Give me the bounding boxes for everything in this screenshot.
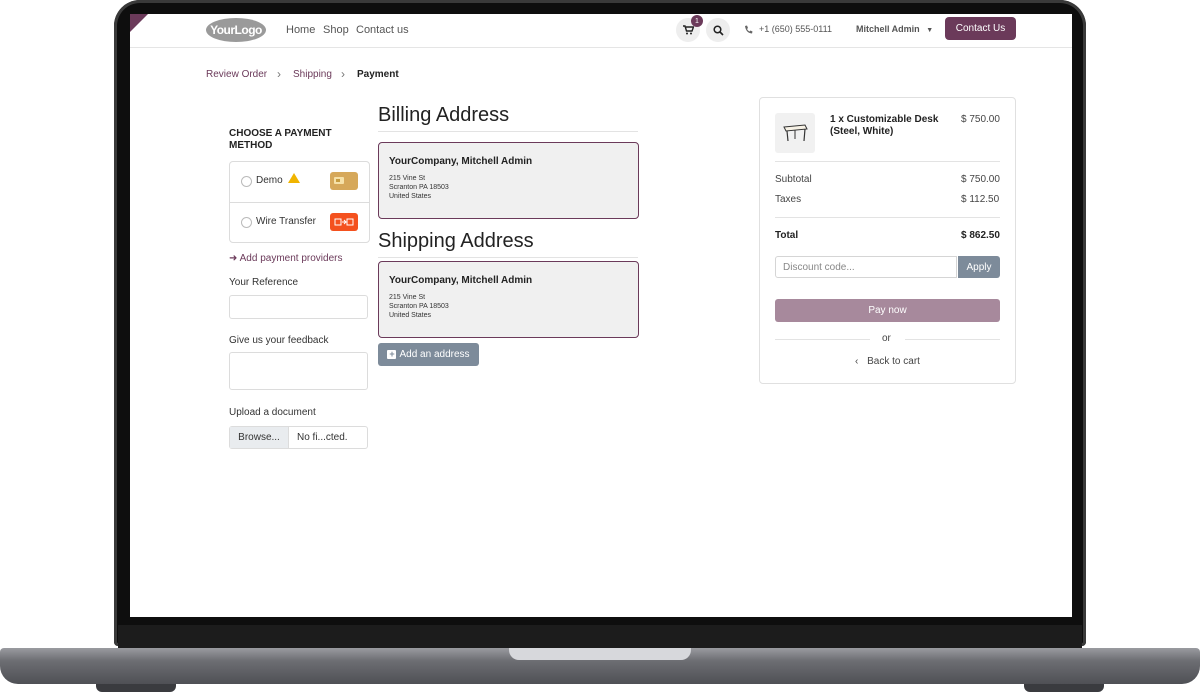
contact-us-button[interactable]: Contact Us <box>945 17 1016 40</box>
payment-method-demo[interactable]: Demo <box>230 162 369 202</box>
bank-transfer-icon <box>330 213 358 231</box>
warning-icon <box>288 173 300 183</box>
discount-code-input[interactable]: Discount code... <box>775 256 957 278</box>
payment-method-wire-transfer[interactable]: Wire Transfer <box>230 202 369 243</box>
reference-input[interactable] <box>229 295 368 319</box>
billing-address-card[interactable]: YourCompany, Mitchell Admin 215 Vine St … <box>378 142 639 219</box>
billing-line: 215 Vine St <box>389 175 426 182</box>
laptop-foot-right <box>1024 684 1104 692</box>
file-name: No fi...cted. <box>297 432 348 443</box>
nav-contact-us[interactable]: Contact us <box>356 24 409 36</box>
shipping-line: 215 Vine St <box>389 294 426 301</box>
shipping-line: Scranton PA 18503 <box>389 303 449 310</box>
back-to-cart-link[interactable]: ‹ Back to cart <box>855 356 920 367</box>
shipping-name: YourCompany, Mitchell Admin <box>389 275 533 286</box>
total-value: $ 862.50 <box>961 230 1000 241</box>
arrow-right-icon: ➜ <box>229 253 238 264</box>
apply-discount-button[interactable]: Apply <box>958 256 1000 278</box>
divider <box>905 339 1000 340</box>
nav-home[interactable]: Home <box>286 24 315 36</box>
back-to-cart-label: Back to cart <box>867 356 920 367</box>
billing-address-title: Billing Address <box>378 104 510 126</box>
reference-label: Your Reference <box>229 277 299 288</box>
product-price: $ 750.00 <box>961 114 1000 125</box>
site-logo[interactable]: YourLogo <box>206 18 266 42</box>
add-address-label: Add an address <box>399 349 470 360</box>
chevron-right-icon: › <box>277 67 281 81</box>
search-button[interactable] <box>706 18 730 42</box>
breadcrumb-shipping[interactable]: Shipping <box>293 69 332 80</box>
payment-method-label: Wire Transfer <box>256 216 317 227</box>
feedback-textarea[interactable] <box>229 352 368 390</box>
browse-button[interactable]: Browse... <box>230 427 289 448</box>
chevron-right-icon: › <box>341 67 345 81</box>
payment-method-title: CHOOSE A PAYMENT METHOD <box>229 128 332 151</box>
divider <box>775 161 1000 162</box>
payment-method-label: Demo <box>256 175 283 186</box>
editor-corner-badge[interactable] <box>130 14 148 32</box>
file-upload[interactable]: Browse... No fi...cted. <box>229 426 368 449</box>
phone-icon <box>745 25 753 34</box>
breadcrumb-payment: Payment <box>357 69 399 80</box>
taxes-value: $ 112.50 <box>961 194 1000 205</box>
shipping-address-card[interactable]: YourCompany, Mitchell Admin 215 Vine St … <box>378 261 639 338</box>
caret-down-icon: ▼ <box>926 27 934 34</box>
radio-wire-transfer[interactable] <box>241 217 252 228</box>
product-name[interactable]: 1 x Customizable Desk (Steel, White) <box>830 114 950 138</box>
upload-label: Upload a document <box>229 407 316 418</box>
subtotal-value: $ 750.00 <box>961 174 1000 185</box>
add-payment-providers-link[interactable]: ➜ Add payment providers <box>229 253 342 264</box>
user-name: Mitchell Admin <box>856 24 920 34</box>
divider <box>775 339 870 340</box>
order-summary: 1 x Customizable Desk (Steel, White) $ 7… <box>759 97 1016 384</box>
browser-viewport: YourLogo Home Shop Contact us 1 +1 (650)… <box>130 14 1072 617</box>
chevron-left-icon: ‹ <box>855 356 859 367</box>
subtotal-label: Subtotal <box>775 174 812 185</box>
laptop-notch <box>509 648 691 660</box>
payment-methods-list: Demo Wire Transfer <box>229 161 370 243</box>
header-divider <box>130 47 1072 48</box>
search-icon <box>712 24 724 36</box>
billing-line: Scranton PA 18503 <box>389 184 449 191</box>
taxes-label: Taxes <box>775 194 802 205</box>
add-payment-providers-label: Add payment providers <box>239 253 343 264</box>
header-phone[interactable]: +1 (650) 555-0111 <box>759 24 832 34</box>
add-address-button[interactable]: + Add an address <box>378 343 479 366</box>
billing-line: United States <box>389 193 432 200</box>
pay-now-button[interactable]: Pay now <box>775 299 1000 322</box>
or-separator: or <box>882 333 891 344</box>
divider <box>775 217 1000 218</box>
radio-demo[interactable] <box>241 176 252 187</box>
card-icon <box>330 172 358 190</box>
cart-count-badge: 1 <box>691 15 703 27</box>
billing-name: YourCompany, Mitchell Admin <box>389 156 533 167</box>
plus-square-icon: + <box>387 349 397 359</box>
feedback-label: Give us your feedback <box>229 335 329 346</box>
product-image[interactable] <box>775 113 815 153</box>
desk-image <box>783 124 808 142</box>
laptop-chin <box>118 625 1082 649</box>
shipping-address-title: Shipping Address <box>378 230 534 252</box>
divider <box>378 131 638 132</box>
cart-icon <box>682 25 694 35</box>
shipping-line: United States <box>389 312 432 319</box>
divider <box>378 257 638 258</box>
nav-shop[interactable]: Shop <box>323 24 349 36</box>
total-label: Total <box>775 230 799 241</box>
breadcrumb-review-order[interactable]: Review Order <box>206 69 267 80</box>
user-menu[interactable]: Mitchell Admin ▼ <box>856 24 933 34</box>
laptop-foot-left <box>96 684 176 692</box>
